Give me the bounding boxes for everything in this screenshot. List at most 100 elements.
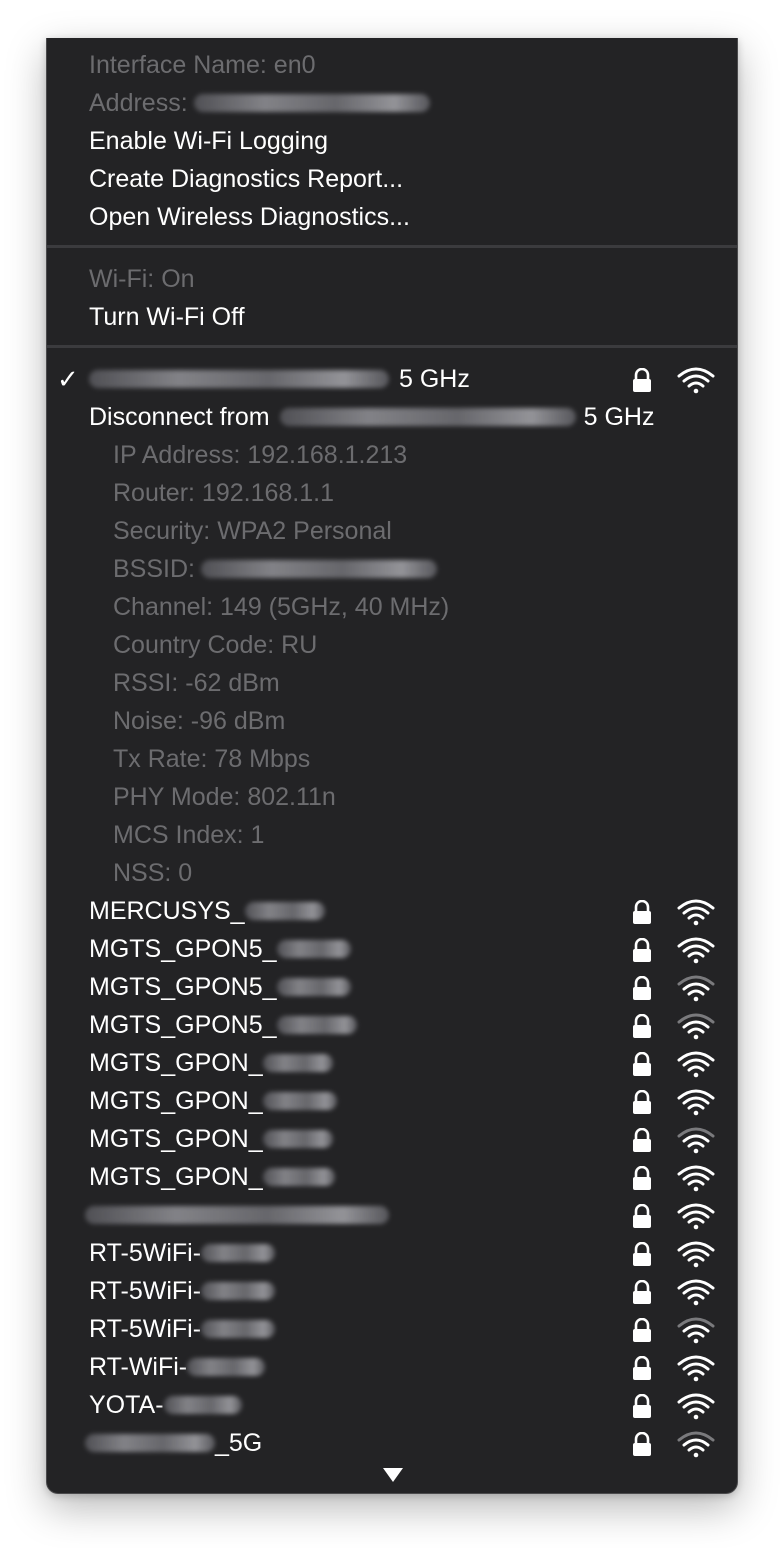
wifi-signal-icon: [677, 899, 715, 926]
disconnect-item[interactable]: Disconnect from 5 GHz: [47, 398, 737, 436]
network-list-item[interactable]: MERCUSYS_: [47, 892, 737, 930]
network-name: _5G: [215, 1428, 263, 1457]
detail-text: Tx Rate: 78 Mbps: [113, 744, 311, 773]
network-list-item[interactable]: MGTS_GPON_: [47, 1082, 737, 1120]
network-name: RT-5WiFi-: [89, 1238, 202, 1267]
create-diagnostics-report-label: Create Diagnostics Report...: [89, 164, 404, 193]
detail-text: Security: WPA2 Personal: [113, 516, 392, 545]
lock-icon: [633, 1128, 651, 1152]
wifi-signal-icon: [677, 1393, 715, 1420]
network-name-redacted: [85, 1434, 215, 1452]
enable-wifi-logging-label: Enable Wi-Fi Logging: [89, 126, 329, 155]
lock-icon: [633, 1356, 651, 1380]
wifi-status-label: Wi-Fi: On: [89, 264, 195, 293]
network-list-item[interactable]: MGTS_GPON_: [47, 1044, 737, 1082]
open-wireless-diagnostics-item[interactable]: Open Wireless Diagnostics...: [47, 198, 737, 236]
detail-rssi: RSSI: -62 dBm: [47, 664, 737, 702]
disconnect-network-redacted: [279, 408, 576, 426]
turn-wifi-off-item[interactable]: Turn Wi-Fi Off: [47, 298, 737, 336]
wifi-signal-icon: [677, 1089, 715, 1116]
detail-text: Router: 192.168.1.1: [113, 478, 334, 507]
interface-name-item: Interface Name: en0: [47, 46, 737, 84]
network-name-redacted: [244, 902, 325, 920]
network-name-redacted: [276, 940, 351, 958]
detail-mcs-index: MCS Index: 1: [47, 816, 737, 854]
detail-security: Security: WPA2 Personal: [47, 512, 737, 550]
wifi-signal-icon: [677, 1355, 715, 1382]
lock-icon: [633, 938, 651, 962]
wifi-signal-icon: [677, 1431, 715, 1458]
current-network-band: 5 GHz: [399, 364, 470, 393]
scroll-down-arrow-icon[interactable]: [383, 1468, 403, 1482]
network-name: MGTS_GPON5_: [89, 972, 277, 1001]
network-list-item[interactable]: RT-5WiFi-: [47, 1272, 737, 1310]
address-item: Address:: [47, 84, 737, 122]
detail-text: PHY Mode: 802.11n: [113, 782, 336, 811]
network-list-item[interactable]: [47, 1196, 737, 1234]
separator: [47, 245, 737, 248]
detail-text: Noise: -96 dBm: [113, 706, 286, 735]
disconnect-band: 5 GHz: [583, 402, 655, 431]
wifi-signal-icon: [677, 1279, 715, 1306]
wifi-signal-icon: [677, 1241, 715, 1268]
network-name-redacted: [276, 978, 351, 996]
lock-icon: [633, 1166, 651, 1190]
network-name: MERCUSYS_: [89, 896, 245, 925]
network-list-item[interactable]: RT-5WiFi-: [47, 1234, 737, 1272]
network-list-item[interactable]: MGTS_GPON_: [47, 1158, 737, 1196]
network-name: MGTS_GPON_: [89, 1162, 263, 1191]
network-list-item[interactable]: RT-5WiFi-: [47, 1310, 737, 1348]
detail-text: RSSI: -62 dBm: [113, 668, 280, 697]
network-list-item[interactable]: MGTS_GPON5_: [47, 1006, 737, 1044]
detail-channel: Channel: 149 (5GHz, 40 MHz): [47, 588, 737, 626]
create-diagnostics-report-item[interactable]: Create Diagnostics Report...: [47, 160, 737, 198]
network-name: YOTA-: [89, 1390, 164, 1419]
wifi-status-item: Wi-Fi: On: [47, 260, 737, 298]
turn-wifi-off-label: Turn Wi-Fi Off: [89, 302, 245, 331]
wifi-signal-icon: [677, 975, 715, 1002]
network-list-item[interactable]: _5G: [47, 1424, 737, 1462]
network-list-item[interactable]: RT-WiFi-: [47, 1348, 737, 1386]
detail-nss: NSS: 0: [47, 854, 737, 892]
lock-icon: [633, 368, 651, 392]
network-name: RT-5WiFi-: [89, 1314, 202, 1343]
detail-text: NSS: 0: [113, 858, 193, 887]
network-list-item[interactable]: MGTS_GPON5_: [47, 930, 737, 968]
network-name-redacted: [85, 1206, 389, 1224]
detail-text: IP Address: 192.168.1.213: [113, 440, 408, 469]
detail-text: MCS Index: 1: [113, 820, 265, 849]
current-network-item[interactable]: ✓ 5 GHz: [47, 360, 737, 398]
network-name-redacted: [262, 1092, 337, 1110]
detail-phy-mode: PHY Mode: 802.11n: [47, 778, 737, 816]
current-network-name-redacted: [89, 370, 389, 388]
wifi-icon: [677, 367, 715, 394]
network-name-redacted: [201, 1282, 276, 1300]
lock-icon: [633, 1014, 651, 1038]
wifi-signal-icon: [677, 1317, 715, 1344]
open-wireless-diagnostics-label: Open Wireless Diagnostics...: [89, 202, 410, 231]
lock-icon: [633, 1318, 651, 1342]
network-name-redacted: [262, 1054, 333, 1072]
network-name-redacted: [187, 1358, 266, 1376]
network-list-item[interactable]: MGTS_GPON5_: [47, 968, 737, 1006]
address-redacted: [193, 94, 430, 112]
lock-icon: [633, 1432, 651, 1456]
separator: [47, 345, 737, 348]
wifi-signal-icon: [677, 1127, 715, 1154]
network-list-item[interactable]: MGTS_GPON_: [47, 1120, 737, 1158]
wifi-signal-icon: [677, 937, 715, 964]
lock-icon: [633, 976, 651, 1000]
enable-wifi-logging-item[interactable]: Enable Wi-Fi Logging: [47, 122, 737, 160]
wifi-signal-icon: [677, 1013, 715, 1040]
detail-ip-address: IP Address: 192.168.1.213: [47, 436, 737, 474]
detail-text: Channel: 149 (5GHz, 40 MHz): [113, 592, 450, 621]
lock-icon: [633, 900, 651, 924]
lock-icon: [633, 1394, 651, 1418]
address-label: Address:: [89, 88, 188, 117]
wifi-signal-icon: [677, 1051, 715, 1078]
network-list-item[interactable]: YOTA-: [47, 1386, 737, 1424]
detail-router: Router: 192.168.1.1: [47, 474, 737, 512]
checkmark-icon: ✓: [57, 363, 79, 394]
detail-text: Country Code: RU: [113, 630, 318, 659]
network-name: MGTS_GPON5_: [89, 934, 277, 963]
